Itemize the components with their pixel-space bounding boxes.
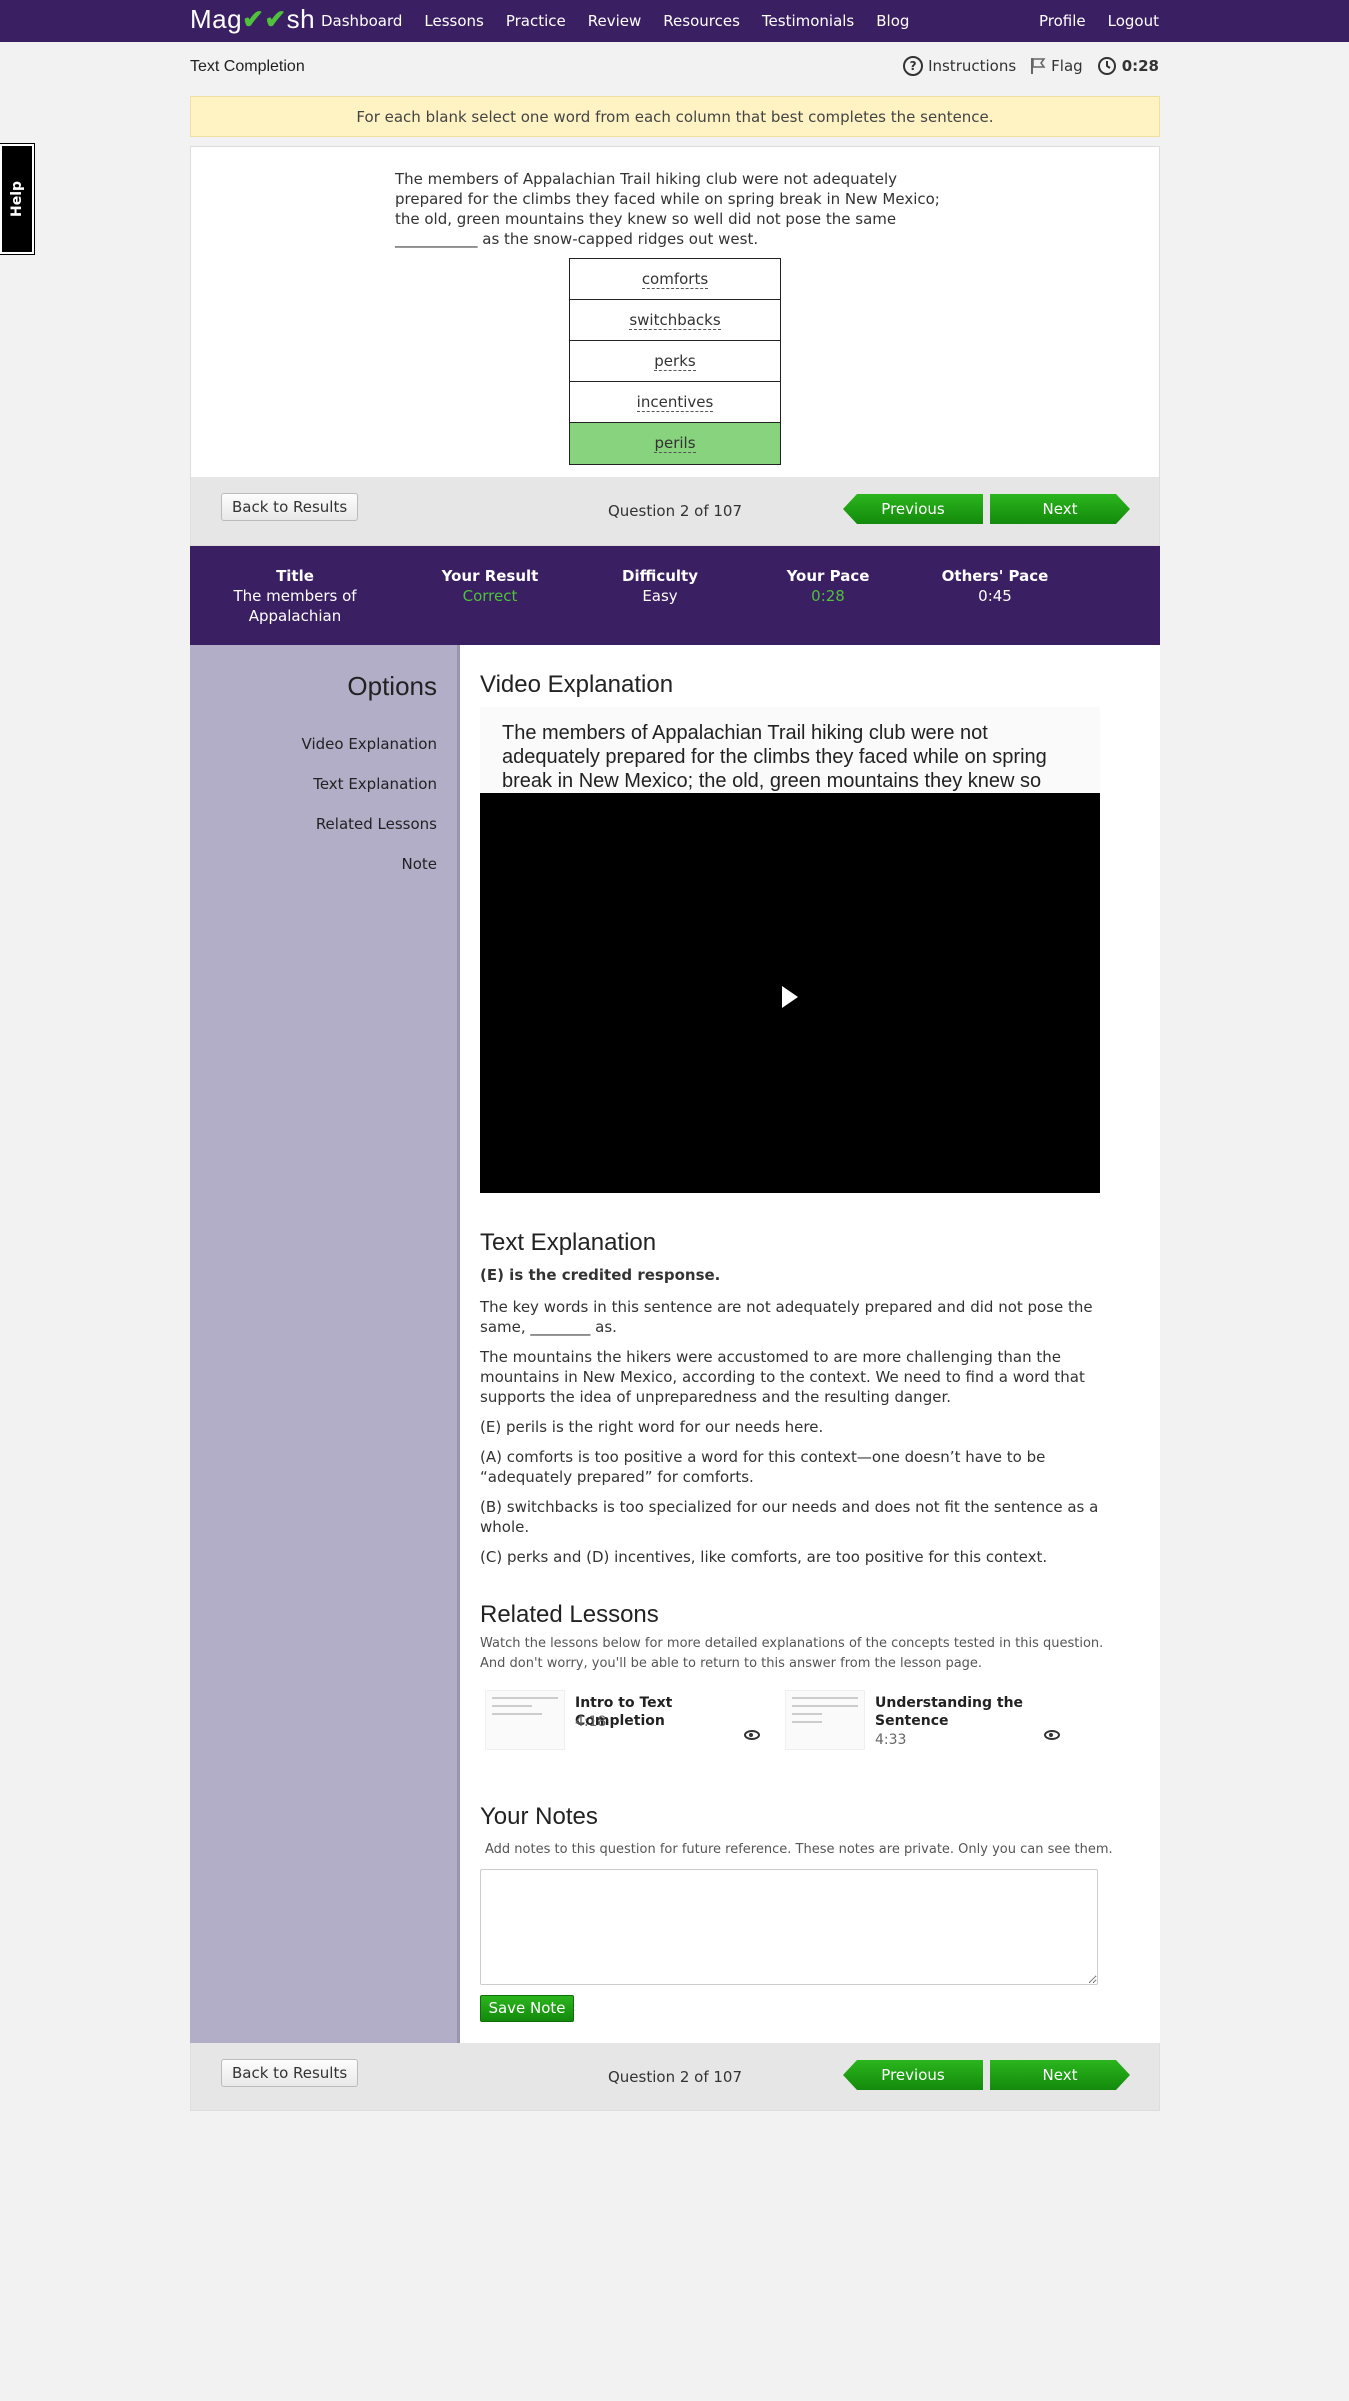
instructions-button[interactable]: ? Instructions xyxy=(903,56,1016,76)
magoosh-logo[interactable]: Mag✔✔sh xyxy=(190,4,315,35)
option-text-explanation[interactable]: Text Explanation xyxy=(313,775,437,793)
explanation-paragraph: (A) comforts is too positive a word for … xyxy=(480,1448,1046,1486)
nav-logout[interactable]: Logout xyxy=(1108,12,1159,30)
stat-result: Your Result Correct xyxy=(430,566,550,606)
nav-lessons[interactable]: Lessons xyxy=(424,12,483,30)
explanation-paragraph: (C) perks and (D) incentives, like comfo… xyxy=(480,1548,1048,1566)
stat-title: Title The members of Appalachian xyxy=(220,566,370,626)
stat-difficulty-value: Easy xyxy=(642,587,678,605)
credited-response: (E) is the credited response. xyxy=(480,1266,721,1284)
options-sidebar: Options Video Explanation Text Explanati… xyxy=(190,645,460,2043)
question-navbar-top: Back to Results Question 2 of 107 Previo… xyxy=(190,477,1160,545)
timer: 0:28 xyxy=(1097,56,1159,76)
choice-perks[interactable]: perks xyxy=(570,341,780,382)
choice-incentives[interactable]: incentives xyxy=(570,382,780,423)
lesson-thumbnail[interactable] xyxy=(485,1690,565,1750)
option-related-lessons[interactable]: Related Lessons xyxy=(316,815,437,833)
eye-icon xyxy=(744,1730,760,1740)
nav-resources[interactable]: Resources xyxy=(663,12,740,30)
lesson-thumbnail[interactable] xyxy=(785,1690,865,1750)
answer-choices: comforts switchbacks perks incentives pe… xyxy=(569,258,781,465)
stat-your-pace-value: 0:28 xyxy=(811,587,845,605)
stat-others-pace-value: 0:45 xyxy=(978,587,1012,605)
instructions-label: Instructions xyxy=(928,57,1017,75)
lesson-duration: 4:33 xyxy=(875,1732,907,1748)
result-stats: Title The members of Appalachian Your Re… xyxy=(190,546,1160,645)
nav-blog[interactable]: Blog xyxy=(876,12,909,30)
nav-review[interactable]: Review xyxy=(588,12,642,30)
instruction-banner: For each blank select one word from each… xyxy=(190,96,1160,137)
flag-button[interactable]: Flag xyxy=(1030,57,1083,75)
video-preview-text: The members of Appalachian Trail hiking … xyxy=(480,707,1100,793)
top-nav: Mag✔✔sh Dashboard Lessons Practice Revie… xyxy=(0,0,1349,42)
clock-icon xyxy=(1097,57,1116,75)
stat-others-pace: Others' Pace 0:45 xyxy=(930,566,1060,606)
lesson-title[interactable]: Understanding the Sentence xyxy=(875,1694,1060,1730)
main-nav: Dashboard Lessons Practice Review Resour… xyxy=(321,12,931,30)
question-mark-icon: ? xyxy=(903,56,924,76)
nav-practice[interactable]: Practice xyxy=(506,12,566,30)
question-navbar-bottom: Back to Results Question 2 of 107 Previo… xyxy=(190,2043,1160,2111)
previous-button[interactable]: Previous xyxy=(843,494,983,524)
explanation-paragraph: The key words in this sentence are not a… xyxy=(480,1298,1093,1336)
lesson-card[interactable]: Intro to Text Completion 4:18 xyxy=(480,1690,770,1752)
explanation-paragraph: (B) switchbacks is too specialized for o… xyxy=(480,1498,1099,1536)
text-explanation-body: (E) is the credited response. The key wo… xyxy=(480,1265,1100,1577)
previous-button[interactable]: Previous xyxy=(843,2060,983,2090)
stat-title-value: The members of Appalachian xyxy=(233,587,357,625)
help-tab[interactable]: Help xyxy=(0,143,35,255)
option-note[interactable]: Note xyxy=(401,855,437,873)
explanation-paragraph: (E) perils is the right word for our nee… xyxy=(480,1418,824,1436)
nav-profile[interactable]: Profile xyxy=(1039,12,1086,30)
question-type-title: Text Completion xyxy=(190,58,305,75)
choice-perils[interactable]: perils xyxy=(570,423,780,464)
timer-value: 0:28 xyxy=(1121,57,1159,75)
text-explanation-heading: Text Explanation xyxy=(480,1229,657,1256)
notes-description: Add notes to this question for future re… xyxy=(485,1842,1113,1857)
user-nav: Profile Logout xyxy=(1039,12,1159,30)
nav-dashboard[interactable]: Dashboard xyxy=(321,12,402,30)
eye-icon xyxy=(1044,1730,1060,1740)
lesson-duration: 4:18 xyxy=(575,1714,607,1730)
question-tools: ? Instructions Flag 0:28 xyxy=(903,56,1159,76)
question-stem: The members of Appalachian Trail hiking … xyxy=(395,170,940,248)
next-button[interactable]: Next xyxy=(990,2060,1130,2090)
nav-testimonials[interactable]: Testimonials xyxy=(762,12,854,30)
help-label: Help xyxy=(9,180,26,218)
notes-textarea[interactable] xyxy=(480,1869,1098,1985)
lesson-card[interactable]: Understanding the Sentence 4:33 xyxy=(780,1690,1070,1752)
choice-comforts[interactable]: comforts xyxy=(570,259,780,300)
option-video-explanation[interactable]: Video Explanation xyxy=(302,735,437,753)
explanation-paragraph: The mountains the hikers were accustomed… xyxy=(480,1348,1085,1406)
stat-your-pace: Your Pace 0:28 xyxy=(768,566,888,606)
related-lessons-description: Watch the lessons below for more detaile… xyxy=(480,1636,1104,1671)
next-button[interactable]: Next xyxy=(990,494,1130,524)
flag-label: Flag xyxy=(1051,57,1083,75)
save-note-button[interactable]: Save Note xyxy=(480,1995,574,2022)
options-heading: Options xyxy=(347,671,437,701)
notes-heading: Your Notes xyxy=(480,1803,598,1830)
play-icon[interactable] xyxy=(782,986,798,1008)
video-player[interactable] xyxy=(480,793,1100,1193)
explanation-content: Video Explanation The members of Appalac… xyxy=(460,645,1160,2043)
stat-result-value: Correct xyxy=(462,587,518,605)
flag-icon xyxy=(1031,58,1046,74)
stat-difficulty: Difficulty Easy xyxy=(600,566,720,606)
choice-switchbacks[interactable]: switchbacks xyxy=(570,300,780,341)
related-lessons-heading: Related Lessons xyxy=(480,1601,659,1628)
video-explanation-heading: Video Explanation xyxy=(480,671,674,698)
